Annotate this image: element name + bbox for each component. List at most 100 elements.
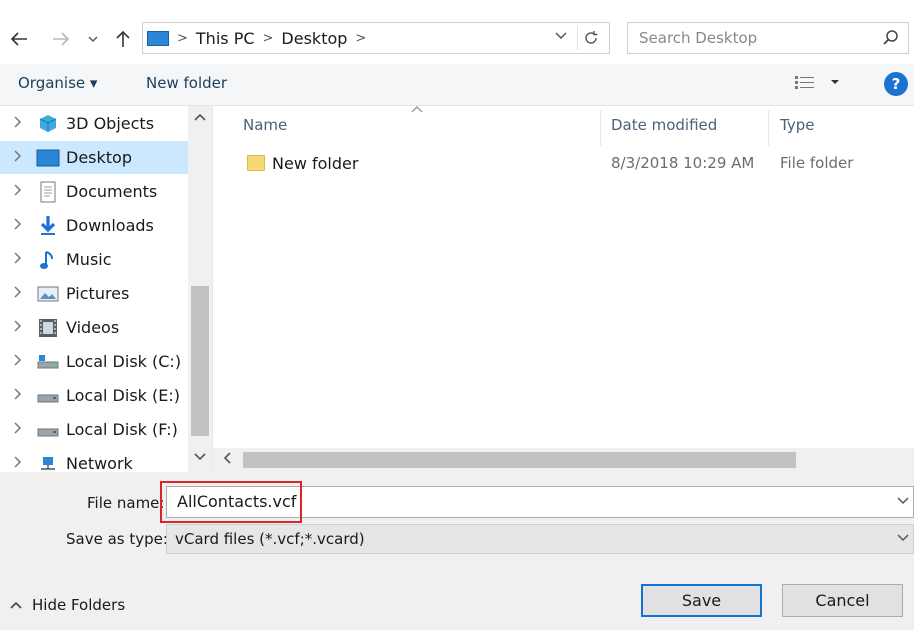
file-row[interactable]: New folder 8/3/2018 10:29 AM File folder	[241, 152, 911, 178]
refresh-icon	[584, 31, 597, 44]
save-button[interactable]: Save	[641, 584, 762, 617]
recent-locations-button[interactable]	[84, 24, 102, 54]
refresh-button[interactable]	[577, 26, 603, 50]
nav-item-desktop[interactable]: Desktop	[0, 141, 188, 174]
file-name-label: File name:	[87, 494, 165, 512]
expand-chevron-icon[interactable]	[0, 320, 36, 335]
nav-item-downloads[interactable]: Downloads	[0, 209, 188, 242]
expand-chevron-icon[interactable]	[0, 150, 36, 165]
this-pc-icon	[147, 30, 169, 46]
command-bar: Organise ▾ New folder ?	[0, 64, 914, 106]
hide-folders-button[interactable]: Hide Folders	[10, 596, 125, 614]
save-form: File name: AllContacts.vcf Save as type:…	[0, 472, 914, 630]
file-name: New folder	[272, 154, 359, 173]
address-dropdown-icon[interactable]	[555, 29, 567, 43]
nav-item-label: Desktop	[66, 148, 132, 167]
change-view-button[interactable]	[794, 74, 840, 94]
chevron-down-icon[interactable]	[897, 525, 909, 553]
breadcrumb-desktop[interactable]: Desktop	[281, 29, 347, 48]
arrow-left-icon	[10, 32, 27, 46]
nav-item-label: Local Disk (F:)	[66, 420, 178, 439]
folder-icon	[247, 155, 265, 171]
expand-chevron-icon[interactable]	[0, 422, 36, 437]
breadcrumb[interactable]: > This PC > Desktop >	[142, 22, 610, 54]
nav-item-label: Downloads	[66, 216, 154, 235]
expand-chevron-icon[interactable]	[0, 354, 36, 369]
3d-objects-icon	[36, 113, 60, 135]
expand-chevron-icon[interactable]	[0, 388, 36, 403]
breadcrumb-separator-icon[interactable]: >	[355, 31, 366, 46]
nav-item-label: Local Disk (C:)	[66, 352, 182, 371]
horizontal-scroll-thumb[interactable]	[243, 452, 796, 468]
breadcrumb-separator-icon: >	[177, 30, 188, 46]
search-input[interactable]: Search Desktop	[627, 22, 909, 54]
new-folder-button[interactable]: New folder	[146, 74, 227, 92]
chevron-down-icon[interactable]	[897, 487, 909, 517]
column-divider[interactable]	[600, 110, 601, 146]
expand-chevron-icon[interactable]	[0, 184, 36, 199]
column-header-name[interactable]: Name	[243, 116, 287, 134]
documents-icon	[36, 181, 60, 203]
expand-chevron-icon[interactable]	[0, 252, 36, 267]
annotation-highlight-box	[160, 481, 302, 523]
column-divider[interactable]	[768, 110, 769, 146]
save-as-type-value: vCard files (*.vcf;*.vcard)	[175, 530, 365, 548]
nav-item-label: Local Disk (E:)	[66, 386, 180, 405]
back-button[interactable]	[4, 24, 34, 54]
arrow-up-icon	[116, 30, 130, 47]
hide-folders-label: Hide Folders	[32, 596, 126, 614]
expand-chevron-icon[interactable]	[0, 116, 36, 131]
up-button[interactable]	[108, 24, 138, 54]
save-as-type-select[interactable]: vCard files (*.vcf;*.vcard)	[166, 524, 914, 554]
downloads-icon	[36, 215, 60, 237]
help-button[interactable]: ?	[884, 72, 908, 96]
nav-item-label: Network	[66, 454, 133, 472]
scroll-left-icon[interactable]	[223, 452, 231, 467]
expand-chevron-icon[interactable]	[0, 286, 36, 301]
address-row: > This PC > Desktop > Search Desktop	[0, 16, 914, 64]
forward-button[interactable]	[46, 24, 76, 54]
nav-item-local-disk-e[interactable]: Local Disk (E:)	[0, 379, 188, 412]
nav-scroll-thumb[interactable]	[191, 286, 209, 436]
scroll-down-icon[interactable]	[194, 450, 206, 464]
column-header-type[interactable]: Type	[780, 116, 814, 134]
nav-item-label: Documents	[66, 182, 158, 201]
navigation-pane: 3D Objects Desktop Documents Downloads Music…	[0, 106, 212, 472]
file-type: File folder	[780, 154, 854, 172]
nav-item-music[interactable]: Music	[0, 243, 188, 276]
save-as-type-label: Save as type:	[66, 530, 168, 548]
nav-item-label: Videos	[66, 318, 120, 337]
breadcrumb-separator-icon: >	[262, 30, 274, 46]
expand-chevron-icon[interactable]	[0, 456, 36, 471]
arrow-right-icon	[53, 32, 70, 46]
music-icon	[36, 249, 60, 271]
nav-item-pictures[interactable]: Pictures	[0, 277, 188, 310]
expand-chevron-icon[interactable]	[0, 218, 36, 233]
desktop-icon	[36, 147, 60, 169]
nav-item-local-disk-c[interactable]: Local Disk (C:)	[0, 345, 188, 378]
breadcrumb-this-pc[interactable]: This PC	[196, 29, 255, 48]
pictures-icon	[36, 283, 60, 305]
chevron-down-icon	[88, 36, 98, 42]
network-icon	[36, 453, 60, 473]
nav-item-documents[interactable]: Documents	[0, 175, 188, 208]
nav-item-network[interactable]: Network	[0, 447, 188, 472]
search-placeholder: Search Desktop	[639, 29, 758, 47]
nav-item-label: 3D Objects	[66, 114, 155, 133]
nav-item-3d-objects[interactable]: 3D Objects	[0, 107, 188, 140]
nav-scrollbar[interactable]	[188, 106, 212, 472]
column-header-date-modified[interactable]: Date modified	[611, 116, 717, 134]
drive-icon	[36, 385, 60, 407]
nav-item-videos[interactable]: Videos	[0, 311, 188, 344]
scroll-up-icon[interactable]	[194, 110, 206, 124]
organise-button[interactable]: Organise ▾	[18, 74, 97, 92]
nav-item-label: Music	[66, 250, 112, 269]
file-date-modified: 8/3/2018 10:29 AM	[611, 154, 755, 172]
horizontal-scrollbar[interactable]	[213, 448, 914, 472]
view-details-icon	[795, 76, 839, 89]
search-icon[interactable]	[882, 29, 900, 51]
nav-item-label: Pictures	[66, 284, 130, 303]
system-drive-icon	[36, 351, 60, 373]
cancel-button[interactable]: Cancel	[782, 584, 903, 617]
nav-item-local-disk-f[interactable]: Local Disk (F:)	[0, 413, 188, 446]
